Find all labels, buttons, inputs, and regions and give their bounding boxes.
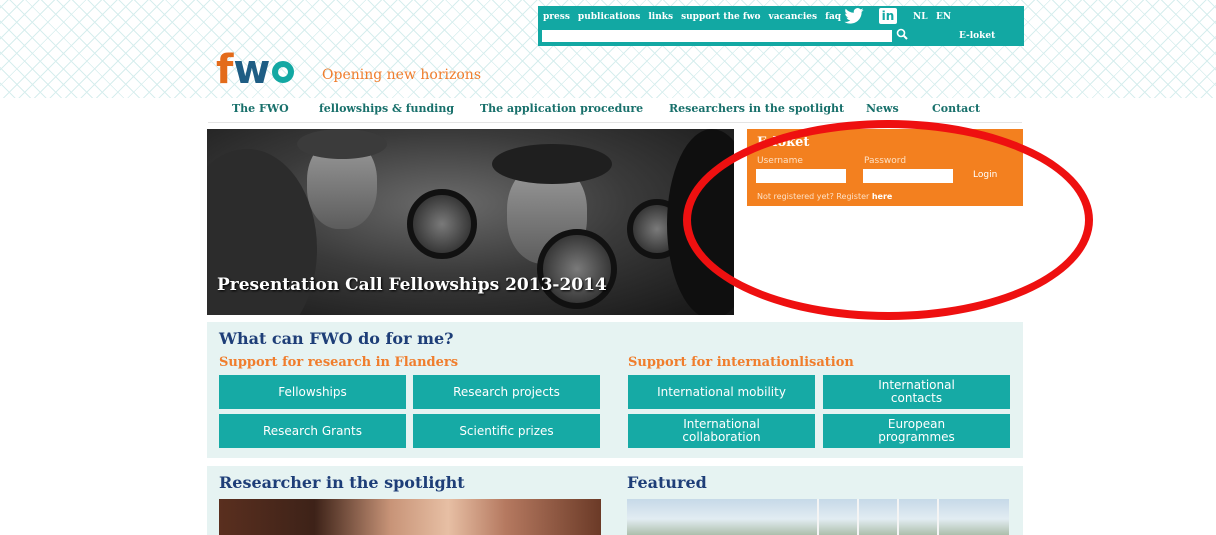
what-can-fwo-do-panel: What can FWO do for me? Support for rese… (207, 322, 1023, 458)
tile-international-mobility[interactable]: International mobility (628, 375, 815, 409)
eloket-title: E-loket (757, 135, 810, 150)
researcher-photo[interactable] (219, 499, 601, 535)
login-button[interactable]: Login (973, 170, 997, 180)
panel-title: What can FWO do for me? (219, 329, 454, 348)
bottom-sections: Researcher in the spotlight Featured (207, 466, 1023, 535)
featured-title: Featured (627, 473, 707, 492)
tile-international-collaboration[interactable]: International collaboration (628, 414, 815, 448)
nav-item-the-fwo[interactable]: The FWO (232, 102, 289, 115)
eloket-link[interactable]: E-loket (959, 31, 995, 41)
register-prompt: Not registered yet? Register here (757, 192, 892, 201)
hero-figure-right (667, 129, 734, 315)
bridge-pylon (897, 499, 899, 535)
tile-international-contacts[interactable]: International contacts (823, 375, 1010, 409)
logo-letter-f: f (216, 47, 234, 93)
internationalisation-heading: Support for internationlisation (628, 355, 854, 370)
hero-banner[interactable]: Presentation Call Fellowships 2013-2014 (207, 129, 734, 315)
tagline: Opening new horizons (322, 67, 482, 83)
bridge-pylon (817, 499, 819, 535)
featured-bridge-photo[interactable] (627, 499, 1009, 535)
search-icon[interactable] (896, 28, 908, 43)
register-here-link[interactable]: here (872, 192, 893, 201)
nav-item-news[interactable]: News (866, 102, 899, 115)
flanders-support-heading: Support for research in Flanders (219, 355, 459, 370)
press-link[interactable]: press (543, 12, 570, 22)
utility-bar: press publications links support the fwo… (538, 6, 1024, 46)
search-input[interactable] (542, 30, 892, 42)
nav-item-contact[interactable]: Contact (932, 102, 980, 115)
tile-scientific-prizes[interactable]: Scientific prizes (413, 414, 600, 448)
username-field[interactable] (756, 169, 846, 183)
hero-camera-lens-2 (537, 229, 617, 309)
hero-camera-lens-1 (407, 189, 477, 259)
fwo-logo[interactable]: f w (216, 47, 295, 93)
register-text: Not registered yet? Register (757, 192, 870, 201)
tile-fellowships[interactable]: Fellowships (219, 375, 406, 409)
hero-caption[interactable]: Presentation Call Fellowships 2013-2014 (217, 275, 607, 295)
nav-item-researchers-spotlight[interactable]: Researchers in the spotlight (669, 102, 844, 115)
links-link[interactable]: links (648, 12, 673, 22)
logo-circle-icon (272, 61, 295, 83)
tile-research-projects[interactable]: Research projects (413, 375, 600, 409)
password-label: Password (864, 156, 907, 166)
logo-letter-w: w (233, 47, 271, 93)
spotlight-title: Researcher in the spotlight (219, 473, 465, 492)
password-field[interactable] (863, 169, 953, 183)
bridge-pylon (937, 499, 939, 535)
nav-item-application-procedure[interactable]: The application procedure (480, 102, 643, 115)
language-nl-link[interactable]: NL (913, 12, 928, 22)
language-en-link[interactable]: EN (936, 12, 951, 22)
username-label: Username (757, 156, 803, 166)
utility-links: press publications links support the fwo… (543, 12, 841, 22)
hero-hat-1 (297, 129, 387, 159)
faq-link[interactable]: faq (825, 12, 841, 22)
vacancies-link[interactable]: vacancies (768, 12, 817, 22)
hero-hat-2 (492, 144, 612, 184)
tile-research-grants[interactable]: Research Grants (219, 414, 406, 448)
eloket-login-box: E-loket Username Password Login Not regi… (747, 129, 1023, 206)
tile-european-programmes[interactable]: European programmes (823, 414, 1010, 448)
nav-item-fellowships-funding[interactable]: fellowships & funding (319, 102, 454, 115)
publications-link[interactable]: publications (578, 12, 640, 22)
main-nav: The FWO fellowships & funding The applic… (208, 97, 1022, 123)
bridge-pylon (857, 499, 859, 535)
support-link[interactable]: support the fwo (681, 12, 760, 22)
twitter-icon[interactable] (844, 8, 864, 28)
linkedin-icon[interactable]: in (879, 8, 897, 24)
